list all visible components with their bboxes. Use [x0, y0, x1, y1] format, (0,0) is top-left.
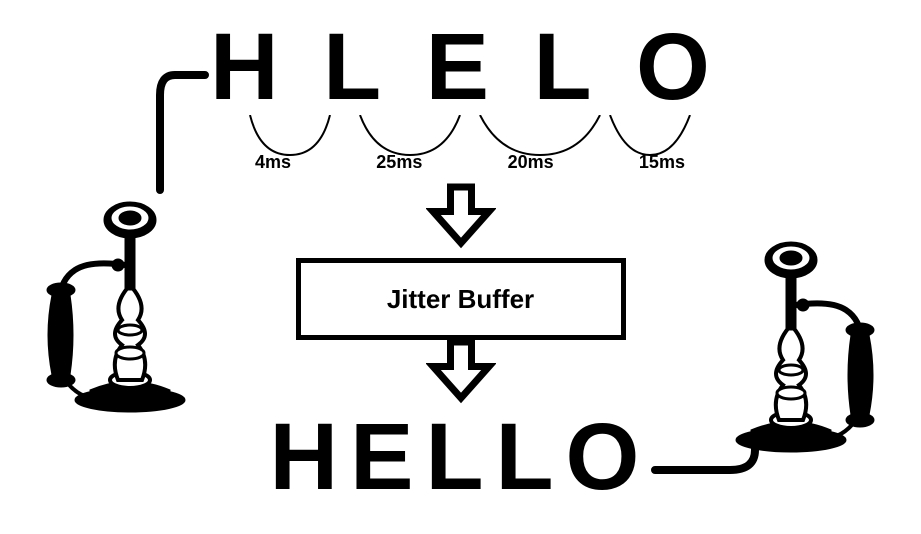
candlestick-phone-icon: [30, 185, 210, 415]
candlestick-phone-icon: [711, 225, 891, 455]
